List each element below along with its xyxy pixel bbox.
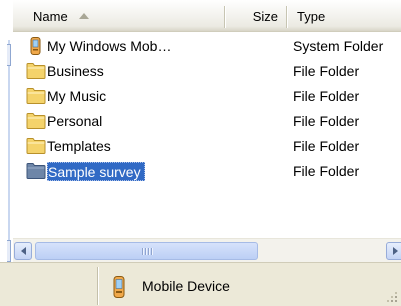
file-name: Business: [47, 63, 104, 79]
file-type: File Folder: [293, 138, 360, 154]
file-name: My Windows Mob…: [47, 38, 172, 54]
scroll-right-button[interactable]: [386, 242, 401, 260]
folder-icon: [26, 87, 46, 105]
mobile-device-icon: [110, 276, 128, 298]
file-row[interactable]: My Windows Mob… System Folder: [13, 34, 401, 59]
left-pane-splitter[interactable]: [7, 44, 11, 66]
folder-icon: [26, 137, 46, 155]
file-row[interactable]: My Music File Folder: [13, 84, 401, 109]
sort-ascending-icon: [78, 13, 89, 19]
file-type: File Folder: [293, 88, 360, 104]
file-list-view[interactable]: Name Size Type My Windows Mob… System Fo…: [13, 0, 401, 262]
grip-icon: [141, 247, 152, 255]
file-name: Personal: [47, 113, 103, 129]
column-header-name[interactable]: Name: [13, 0, 224, 32]
mobile-device-icon: [26, 37, 46, 55]
file-type: File Folder: [293, 63, 360, 79]
horizontal-scrollbar[interactable]: [13, 238, 401, 262]
file-row[interactable]: Templates File Folder: [13, 134, 401, 159]
file-type: File Folder: [293, 163, 360, 179]
file-type: File Folder: [293, 113, 360, 129]
column-header-bar: Name Size Type: [13, 0, 401, 32]
scroll-left-button[interactable]: [14, 242, 32, 260]
file-row-selected[interactable]: Sample survey File Folder: [13, 159, 401, 184]
file-list: My Windows Mob… System Folder Business F…: [13, 34, 401, 184]
column-header-type[interactable]: Type: [286, 0, 401, 32]
column-header-size[interactable]: Size: [224, 0, 286, 32]
file-type: System Folder: [293, 38, 384, 54]
left-pane-edge: [0, 0, 13, 306]
folder-icon: [26, 162, 46, 180]
file-name: Sample survey: [47, 162, 145, 181]
resize-grip-icon[interactable]: [386, 291, 398, 303]
left-pane-splitter-lower[interactable]: [7, 240, 11, 262]
file-row[interactable]: Business File Folder: [13, 59, 401, 84]
status-pane: Mobile Device: [97, 267, 385, 305]
column-header-name-label: Name: [33, 8, 68, 24]
file-name: Templates: [47, 138, 111, 154]
chevron-left-icon: [20, 247, 26, 255]
file-row[interactable]: Personal File Folder: [13, 109, 401, 134]
scroll-thumb[interactable]: [35, 242, 258, 260]
folder-icon: [26, 62, 46, 80]
folder-icon: [26, 112, 46, 130]
column-header-size-label: Size: [252, 8, 278, 24]
status-bar: Mobile Device: [0, 262, 401, 306]
column-header-type-label: Type: [297, 8, 326, 24]
chevron-right-icon: [392, 247, 398, 255]
status-text: Mobile Device: [142, 278, 230, 294]
file-name: My Music: [47, 88, 107, 104]
